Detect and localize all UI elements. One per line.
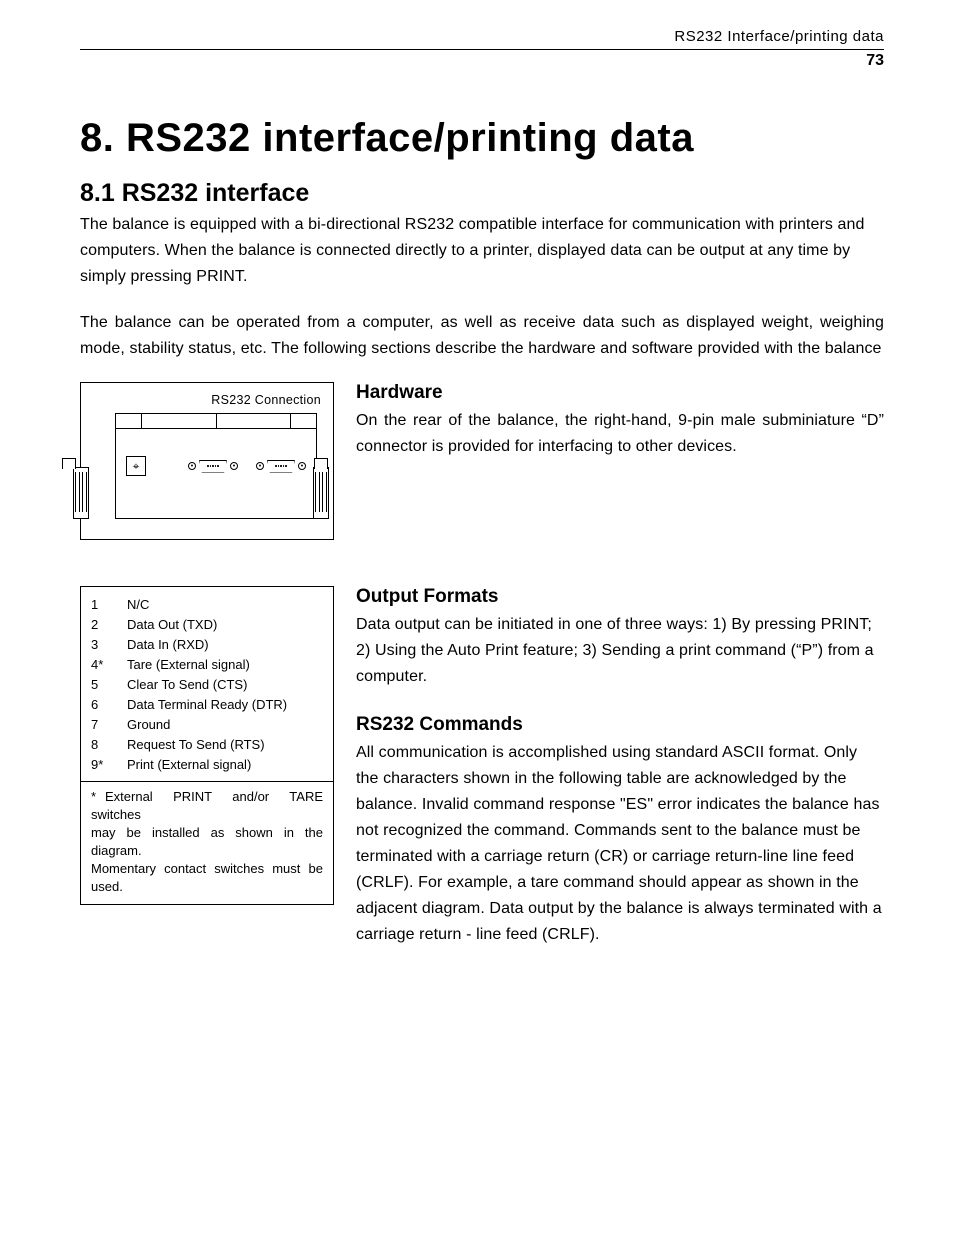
pin-row: 2Data Out (TXD): [91, 615, 323, 635]
db9-port-icon: • •: [256, 460, 306, 473]
db9-port-icon: • •: [188, 460, 238, 473]
output-formats-heading: Output Formats: [356, 586, 884, 608]
pin-row: 3Data In (RXD): [91, 635, 323, 655]
pin-row: 1N/C: [91, 595, 323, 615]
hardware-heading: Hardware: [356, 382, 884, 404]
connector-diagram: RS232 Connection ⌖ • •: [80, 382, 334, 540]
chapter-title: 8. RS232 interface/printing data: [80, 116, 884, 161]
fan-icon: ⌖: [126, 456, 146, 476]
intro-paragraph-2: The balance can be operated from a compu…: [80, 310, 884, 362]
rs232-commands-heading: RS232 Commands: [356, 714, 884, 736]
pin-row: 9*Print (External signal): [91, 755, 323, 775]
pin-row: 6Data Terminal Ready (DTR): [91, 695, 323, 715]
section-title: 8.1 RS232 interface: [80, 179, 884, 208]
intro-paragraph-1: The balance is equipped with a bi-direct…: [80, 212, 884, 290]
page-number: 73: [80, 52, 884, 70]
hardware-body: On the rear of the balance, the right-ha…: [356, 408, 884, 460]
output-formats-body: Data output can be initiated in one of t…: [356, 612, 884, 690]
running-header: RS232 Interface/printing data: [80, 28, 884, 50]
pin-row: 8Request To Send (RTS): [91, 735, 323, 755]
rs232-commands-body: All communication is accomplished using …: [356, 740, 884, 948]
pinout-footnote: *External PRINT and/or TARE switches may…: [81, 782, 333, 904]
pin-row: 7Ground: [91, 715, 323, 735]
pinout-table: 1N/C2Data Out (TXD)3Data In (RXD)4*Tare …: [80, 586, 334, 905]
diagram-label: RS232 Connection: [91, 393, 321, 407]
pin-row: 5Clear To Send (CTS): [91, 675, 323, 695]
pin-row: 4*Tare (External signal): [91, 655, 323, 675]
